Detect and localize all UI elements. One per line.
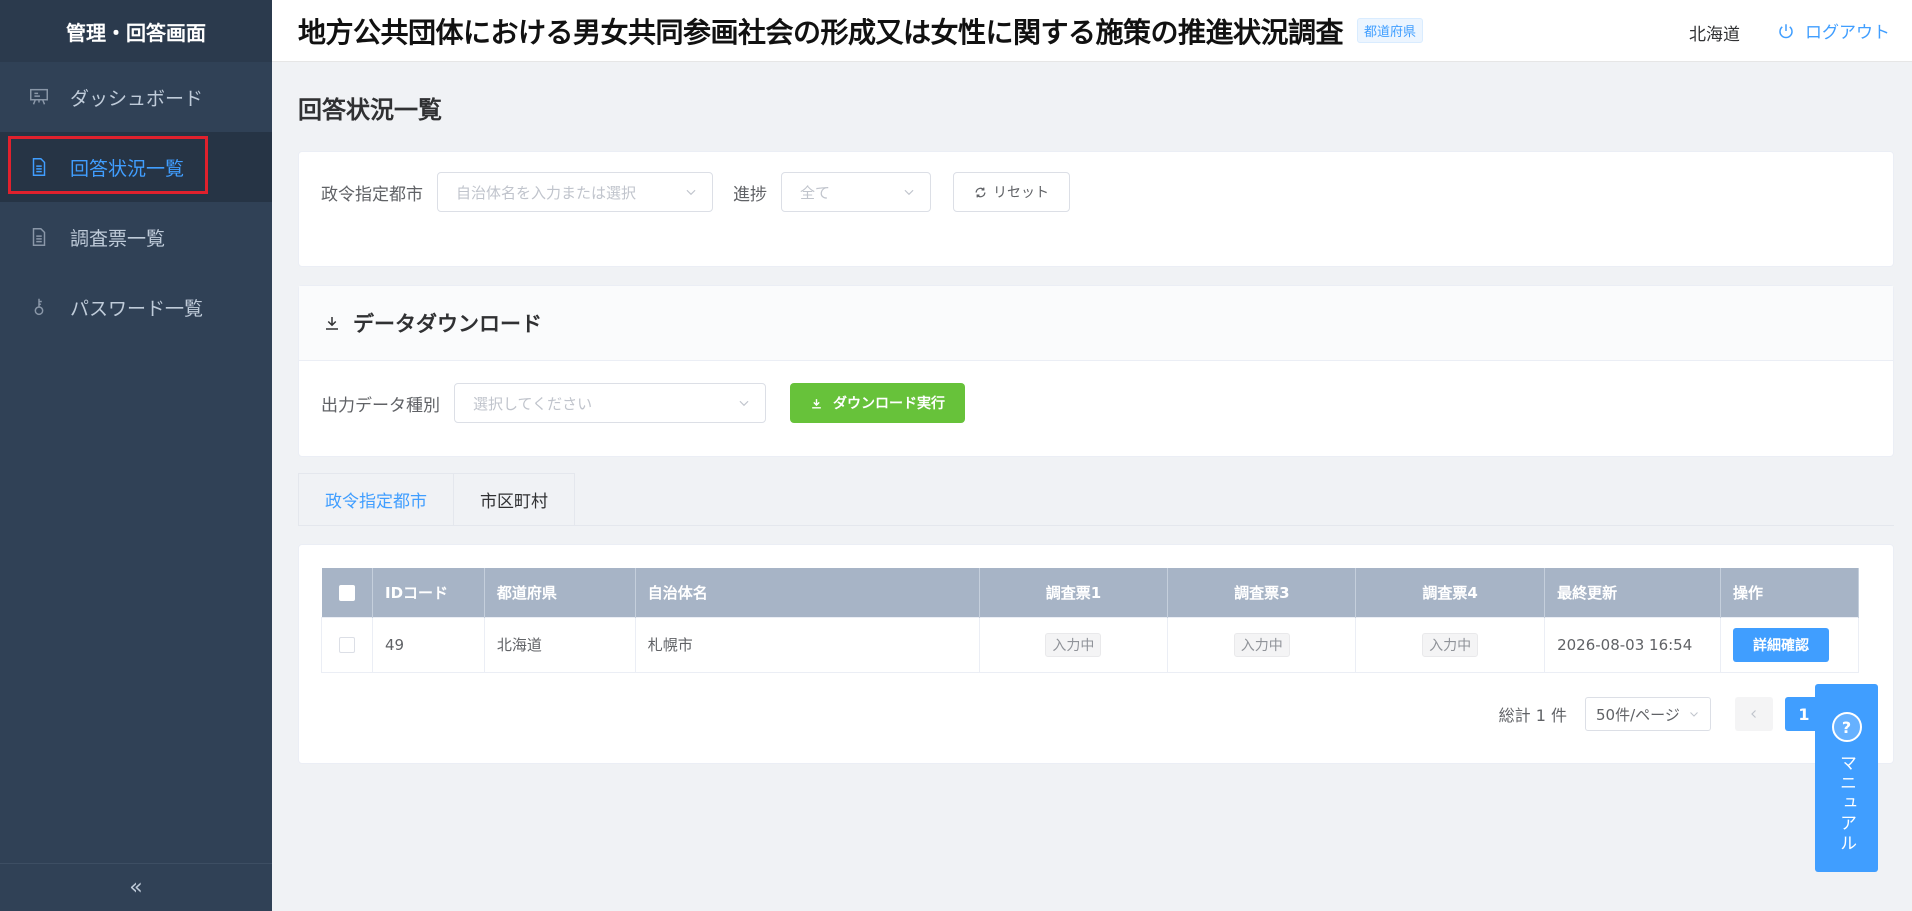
sidebar-item-label: 調査票一覧: [70, 227, 166, 250]
tab-divider: [298, 525, 1894, 526]
download-icon: [326, 317, 338, 330]
sidebar-title: 管理・回答画面: [0, 0, 272, 62]
sidebar-item-response-status[interactable]: 回答状況一覧: [0, 132, 272, 202]
column-header: 調査票4: [1355, 568, 1546, 617]
double-chevron-left-icon: «: [129, 875, 143, 900]
prefecture-cell: 北海道: [483, 616, 636, 673]
survey3-cell: 入力中: [1167, 616, 1357, 673]
column-header: 都道府県: [484, 568, 636, 617]
pagination: 総計 1 件 50件/ページ 1: [1499, 697, 1823, 731]
response-table: IDコード 都道府県 自治体名 調査票1 調査票3 調査票4 最終更新 操作 4…: [321, 568, 1860, 673]
help-icon: ?: [1831, 712, 1862, 742]
sidebar-item-label: パスワード一覧: [70, 297, 204, 320]
reset-label: リセット: [993, 185, 1049, 201]
progress-select[interactable]: 全て: [781, 172, 931, 212]
table-header-row: IDコード 都道府県 自治体名 調査票1 調査票3 調査票4 最終更新 操作: [321, 568, 1860, 617]
sidebar-item-password-list[interactable]: パスワード一覧: [0, 272, 272, 342]
page-header-title: 地方公共団体における男女共同参画社会の形成又は女性に関する施策の推進状況調査: [298, 15, 1344, 49]
reset-button[interactable]: リセット: [953, 172, 1070, 212]
key-icon: [28, 296, 50, 318]
column-header: 自治体名: [635, 568, 980, 617]
row-checkbox[interactable]: [338, 637, 355, 653]
refresh-icon: [975, 187, 986, 197]
download-button-label: ダウンロード実行: [833, 396, 945, 412]
header: 地方公共団体における男女共同参画社会の形成又は女性に関する施策の推進状況調査 都…: [272, 0, 1912, 62]
sidebar-item-survey-list[interactable]: 調査票一覧: [0, 202, 272, 272]
logout-button[interactable]: ログアウト: [1777, 18, 1890, 43]
chevron-down-icon: [739, 400, 749, 407]
tab-municipalities[interactable]: 市区町村: [454, 473, 575, 526]
output-type-label: 出力データ種別: [321, 395, 440, 416]
document-icon: [28, 226, 50, 248]
sidebar-item-label: ダッシュボード: [70, 87, 204, 110]
download-header: データダウンロード: [299, 286, 1893, 361]
detail-button[interactable]: 詳細確認: [1732, 627, 1829, 662]
select-all-header: [321, 568, 373, 617]
survey1-cell: 入力中: [978, 616, 1169, 673]
status-badge: 入力中: [1422, 632, 1479, 657]
download-card: データダウンロード 出力データ種別 選択してください ダウンロード実行: [298, 285, 1894, 457]
chevron-down-icon: [904, 189, 914, 196]
city-select-placeholder: 自治体名を入力または選択: [456, 183, 637, 202]
page-size-select[interactable]: 50件/ページ: [1585, 697, 1711, 731]
action-cell: 詳細確認: [1719, 616, 1860, 673]
user-name: 北海道: [1689, 25, 1740, 45]
select-all-checkbox[interactable]: [338, 584, 355, 601]
row-checkbox-cell: [321, 616, 373, 673]
power-icon: [1779, 23, 1793, 38]
main-content: 回答状況一覧 政令指定都市 自治体名を入力または選択 進捗 全て リセット デー…: [272, 62, 1912, 911]
status-badge: 入力中: [1233, 632, 1290, 657]
manual-button[interactable]: ? マニュアル: [1815, 684, 1878, 872]
chevron-down-icon: [1690, 712, 1698, 717]
highlight-box: [8, 136, 208, 194]
role-badge: 都道府県: [1357, 18, 1424, 43]
manual-label: マニュアル: [1836, 754, 1856, 854]
city-filter-label: 政令指定都市: [321, 184, 423, 205]
download-execute-button[interactable]: ダウンロード実行: [790, 383, 965, 423]
filter-card: 政令指定都市 自治体名を入力または選択 進捗 全て リセット: [298, 151, 1894, 267]
chevron-down-icon: [686, 189, 696, 196]
download-icon: [812, 398, 821, 409]
column-header: 調査票3: [1167, 568, 1357, 617]
status-badge: 入力中: [1045, 632, 1102, 657]
output-type-select[interactable]: 選択してください: [454, 383, 766, 423]
page-size-value: 50件/ページ: [1596, 705, 1680, 724]
output-type-placeholder: 選択してください: [473, 394, 593, 413]
progress-select-value: 全て: [800, 183, 831, 202]
column-header: 操作: [1720, 568, 1860, 617]
table-row: 49 北海道 札幌市 入力中 入力中 入力中 2026-08-03 16:54 …: [321, 616, 1860, 673]
column-header: 調査票1: [979, 568, 1169, 617]
tab-designated-cities[interactable]: 政令指定都市: [298, 473, 454, 526]
logout-label: ログアウト: [1805, 23, 1890, 43]
id-cell: 49: [371, 616, 485, 673]
column-header: 最終更新: [1544, 568, 1721, 617]
progress-filter-label: 進捗: [733, 184, 767, 205]
download-title: データダウンロード: [353, 312, 542, 336]
prev-page-button[interactable]: [1735, 697, 1773, 731]
sidebar-collapse-button[interactable]: «: [0, 863, 272, 911]
column-header: IDコード: [372, 568, 485, 617]
updated-cell: 2026-08-03 16:54: [1544, 616, 1721, 673]
page-title: 回答状況一覧: [298, 96, 442, 124]
presentation-icon: [28, 86, 50, 108]
municipality-cell: 札幌市: [634, 616, 980, 673]
sidebar: 管理・回答画面 ダッシュボード 回答状況一覧 調査票一覧 パスワード一覧 «: [0, 0, 272, 911]
tab-bar: 政令指定都市 市区町村: [298, 473, 575, 526]
table-card: IDコード 都道府県 自治体名 調査票1 調査票3 調査票4 最終更新 操作 4…: [298, 544, 1894, 764]
survey4-cell: 入力中: [1355, 616, 1546, 673]
pagination-total: 総計 1 件: [1498, 706, 1567, 725]
city-select[interactable]: 自治体名を入力または選択: [437, 172, 713, 212]
sidebar-item-dashboard[interactable]: ダッシュボード: [0, 62, 272, 132]
chevron-left-icon: [1751, 710, 1756, 718]
